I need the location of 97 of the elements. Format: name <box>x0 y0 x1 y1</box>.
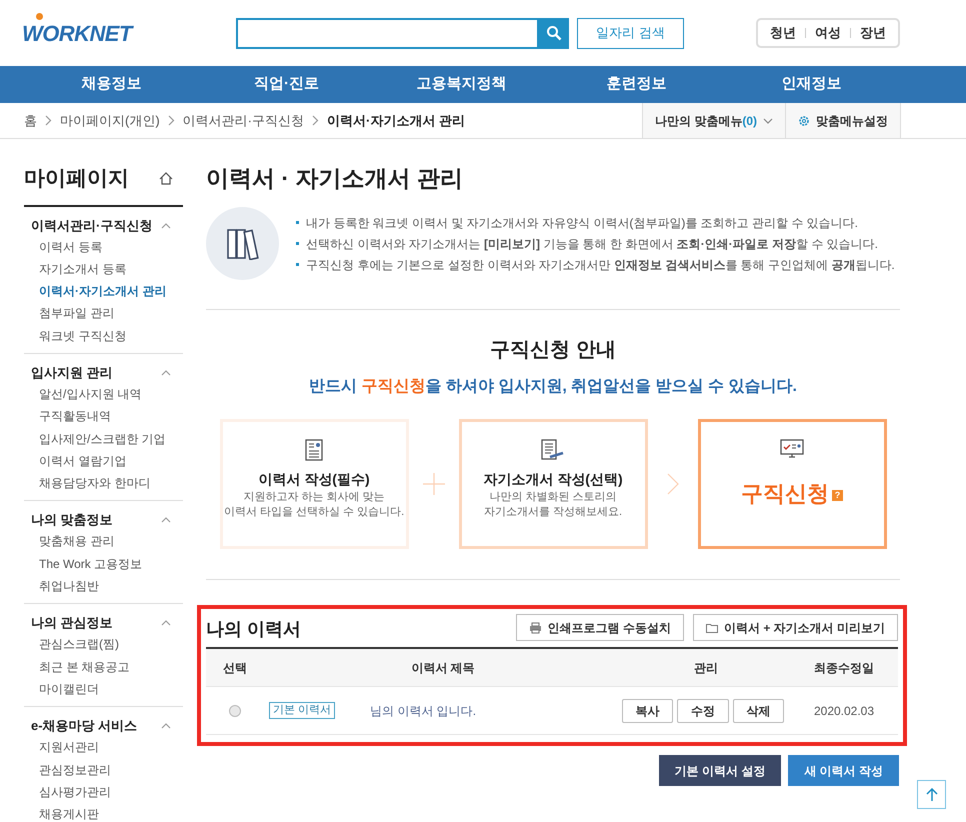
search-field[interactable] <box>236 18 539 48</box>
preview-button[interactable]: 이력서 + 자기소개서 미리보기 <box>692 614 898 641</box>
nav-menu-item[interactable]: 채용정보 <box>24 73 199 96</box>
bullet-icon <box>296 263 299 266</box>
sidebar-item[interactable]: 최근 본 채용공고 <box>24 656 183 678</box>
step-description: 이력서 타입을 선택하실 수 있습니다. <box>224 505 404 520</box>
chevron-right-icon <box>168 115 175 126</box>
bullet-icon <box>296 221 299 224</box>
column-header: 최종수정일 <box>813 660 875 676</box>
monitor-icon <box>780 439 804 459</box>
breadcrumb-link[interactable]: 이력서·자기소개서 관리 <box>327 110 465 130</box>
chevron-up-icon[interactable] <box>161 370 171 376</box>
chevron-right-icon <box>666 473 678 495</box>
action-button[interactable]: 복사 <box>622 698 674 722</box>
sidebar-item[interactable]: 워크넷 구직신청 <box>24 324 183 347</box>
home-icon[interactable] <box>159 172 173 186</box>
sidebar-item[interactable]: 심사평가관리 <box>24 780 183 804</box>
sidebar-item[interactable]: 채용담당자와 한마디 <box>24 472 183 494</box>
breadcrumb-link[interactable]: 이력서관리·구직신청 <box>182 110 304 130</box>
sidebar-item[interactable]: 이력서·자기소개서 관리 <box>24 280 183 302</box>
job-search-button[interactable]: 일자리 검색 <box>577 18 684 48</box>
nav-menu-item[interactable]: 훈련정보 <box>549 73 724 96</box>
resume-title-link[interactable]: 님의 이력서 입니다. <box>370 702 476 720</box>
breadcrumb-link[interactable]: 마이페이지(개인) <box>60 110 160 130</box>
breadcrumb-link[interactable]: 홈 <box>24 110 37 130</box>
sidebar-item[interactable]: 자기소개서 등록 <box>24 258 183 280</box>
default-tag: 기본 이력서 <box>269 702 336 719</box>
sidebar-item[interactable]: 맞춤채용 관리 <box>24 530 183 553</box>
settings-icon <box>798 114 810 126</box>
chevron-down-icon <box>763 118 773 124</box>
sidebar-item[interactable]: 채용게시판 <box>24 803 183 822</box>
radio-button[interactable] <box>229 704 241 716</box>
document-icon <box>305 439 323 461</box>
modified-date: 2020.02.03 <box>812 702 876 720</box>
chevron-up-icon[interactable] <box>161 222 171 228</box>
nav-menu-item[interactable]: 직업·진로 <box>199 73 374 96</box>
guide-subtitle: 반드시 구직신청을 하셔야 입사지원, 취업알선을 받으실 수 있습니다. <box>308 377 798 397</box>
sidebar-item[interactable]: 지원서관리 <box>24 736 183 759</box>
action-button[interactable]: 삭제 <box>732 698 784 722</box>
sidebar-item[interactable]: 마이캘린더 <box>24 678 183 700</box>
sidebar-group-title[interactable]: 나의 맞춤정보 <box>31 510 113 530</box>
chevron-right-icon <box>45 115 52 126</box>
step-title: 이력서 작성(필수) <box>258 470 370 489</box>
sidebar-item[interactable]: 이력서 등록 <box>24 236 183 258</box>
chevron-right-icon <box>312 115 320 126</box>
sidebar-item[interactable]: The Work 고용정보 <box>24 552 183 576</box>
step-description: 지원하고자 하는 회사에 맞는 <box>243 490 385 505</box>
chevron-up-icon[interactable] <box>161 723 171 730</box>
plus-icon <box>422 473 444 495</box>
step-title: 구직신청 <box>741 480 829 508</box>
printer-icon <box>528 622 542 634</box>
sidebar-item[interactable]: 구직활동내역 <box>24 405 183 428</box>
guide-title: 구직신청 안내 <box>489 338 617 363</box>
nav-menu-item[interactable]: 인재정보 <box>724 73 899 96</box>
arrow-up-icon <box>926 788 938 802</box>
logo[interactable]: WORKNET <box>22 20 132 46</box>
menu-settings-button[interactable]: 맞춤메뉴설정 <box>785 103 901 138</box>
print-install-button[interactable]: 인쇄프로그램 수동설치 <box>516 614 684 641</box>
chevron-up-icon[interactable] <box>161 620 171 626</box>
audience-link[interactable]: 청년 <box>770 23 796 43</box>
info-text: 선택하신 이력서와 자기소개서는 [미리보기] 기능을 통해 한 화면에서 조회·인쇄·파일로 저장할 수 있습니다. <box>306 236 878 252</box>
new-resume-button[interactable]: 새 이력서 작성 <box>788 755 899 786</box>
nav-menu-item[interactable]: 고용복지정책 <box>374 73 549 96</box>
info-text: 내가 등록한 워크넷 이력서 및 자기소개서와 자유양식 이력서(첨부파일)를 조회하고 관리할 수 있습니다. <box>306 214 858 232</box>
page-title: 이력서 · 자기소개서 관리 <box>206 164 464 193</box>
folder-icon <box>706 622 718 632</box>
column-header: 관리 <box>693 660 719 676</box>
sidebar-item[interactable]: 관심스크랩(찜) <box>24 633 183 656</box>
search-icon <box>546 25 562 41</box>
sidebar-item[interactable]: 취업나침반 <box>24 575 183 598</box>
sidebar-item[interactable]: 첨부파일 관리 <box>24 302 183 325</box>
sidebar-title: 마이페이지 <box>24 166 129 192</box>
audience-link[interactable]: 여성 <box>815 23 841 43</box>
set-default-button[interactable]: 기본 이력서 설정 <box>658 755 782 786</box>
sidebar-item[interactable]: 관심정보관리 <box>24 758 183 781</box>
chevron-up-icon[interactable] <box>161 517 171 524</box>
sidebar-group-title[interactable]: 나의 관심정보 <box>31 613 113 634</box>
action-button[interactable]: 수정 <box>677 698 729 722</box>
sidebar-item[interactable]: 알선/입사지원 내역 <box>24 382 183 406</box>
scroll-top-button[interactable] <box>917 780 946 809</box>
document-pen-icon <box>541 439 565 461</box>
sidebar-item[interactable]: 입사제안/스크랩한 기업 <box>24 428 183 450</box>
info-text: 구직신청 후에는 기본으로 설정한 이력서와 자기소개서만 인재정보 검색서비스를 통해 구인업체에 공개됩니다. <box>306 256 895 274</box>
section-title: 나의 이력서 <box>206 618 302 641</box>
step-title: 자기소개서 작성(선택) <box>483 470 623 489</box>
search-button[interactable] <box>539 18 569 48</box>
bullet-icon <box>296 242 299 245</box>
audience-link[interactable]: 장년 <box>860 23 886 43</box>
sidebar-group-title[interactable]: 입사지원 관리 <box>31 362 113 383</box>
column-header: 선택 <box>222 660 248 676</box>
my-menu-dropdown[interactable]: 나만의 맞춤메뉴(0) <box>642 103 785 138</box>
step-description: 나만의 차별화된 스토리의 <box>489 490 617 505</box>
sidebar-group-title[interactable]: e-채용마당 서비스 <box>31 716 138 736</box>
step-description: 자기소개서를 작성해보세요. <box>484 505 622 520</box>
column-header: 이력서 제목 <box>410 660 476 676</box>
sidebar-item[interactable]: 이력서 열람기업 <box>24 450 183 472</box>
sidebar-group-title[interactable]: 이력서관리·구직신청 <box>31 216 152 236</box>
